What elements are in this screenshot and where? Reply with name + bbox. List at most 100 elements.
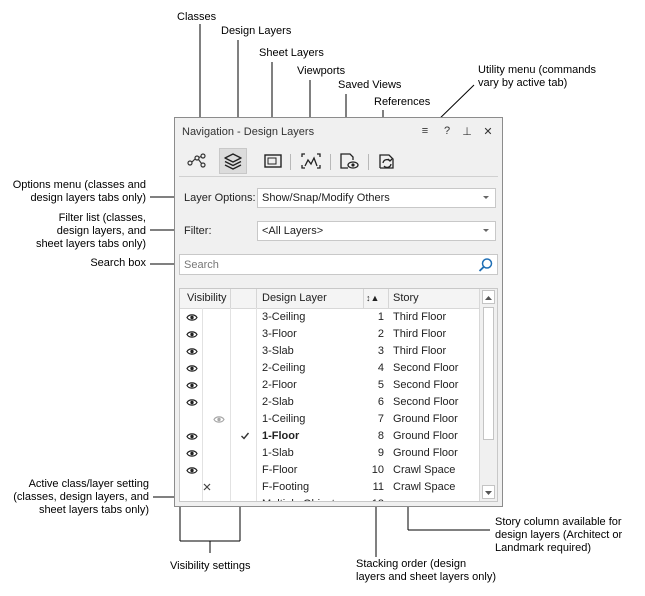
- table-row[interactable]: 1-Floor 8 Ground Floor: [180, 428, 479, 445]
- tab-divider: [179, 176, 498, 177]
- visible-eye-icon[interactable]: [186, 500, 198, 501]
- layer-name: 1-Ceiling: [262, 413, 306, 425]
- visible-eye-icon[interactable]: [186, 449, 198, 461]
- tab-separator: [290, 154, 291, 170]
- options-menu-annotation: Options menu (classes and design layers t…: [12, 179, 146, 204]
- visible-eye-icon[interactable]: [186, 381, 198, 393]
- pin-button[interactable]: ⊥: [461, 125, 473, 138]
- invisible-x-icon[interactable]: [202, 482, 212, 495]
- story-name: Ground Floor: [393, 447, 458, 459]
- story-name: Second Floor: [393, 396, 459, 408]
- layer-options-dropdown[interactable]: Show/Snap/Modify Others: [257, 188, 496, 208]
- visible-eye-icon[interactable]: [186, 347, 198, 359]
- references-icon: [379, 154, 394, 169]
- close-button[interactable]: ✕: [482, 125, 494, 138]
- story-column-header[interactable]: Story: [393, 292, 419, 304]
- story-name: Third Floor: [393, 328, 447, 340]
- active-setting-annotation: Active class/layer setting (classes, desi…: [13, 478, 149, 516]
- classes-icon: [187, 153, 206, 168]
- table-row[interactable]: 3-Slab 3 Third Floor: [180, 343, 479, 360]
- tab-design-layers[interactable]: [219, 148, 247, 174]
- tab-separator: [368, 154, 369, 170]
- layer-name: 1-Floor: [262, 430, 300, 442]
- search-input[interactable]: Search: [179, 254, 498, 275]
- tab-saved-views[interactable]: [335, 148, 363, 174]
- table-row[interactable]: 3-Ceiling 1 Third Floor: [180, 309, 479, 326]
- story-name: Ground Floor: [393, 413, 458, 425]
- visible-eye-icon[interactable]: [186, 364, 198, 376]
- saved-views-annotation: Saved Views: [338, 79, 402, 91]
- palette-title: Navigation - Design Layers: [182, 126, 315, 138]
- visible-eye-icon[interactable]: [186, 466, 198, 478]
- visibility-settings-annotation: Visibility settings: [170, 560, 251, 572]
- tab-references[interactable]: [373, 148, 401, 174]
- layer-name: F-Footing: [262, 481, 310, 493]
- utility-menu-button[interactable]: ≡: [419, 125, 431, 137]
- layer-name: 1-Slab: [262, 447, 294, 459]
- scroll-thumb[interactable]: [483, 307, 494, 440]
- story-name: Third Floor: [393, 311, 447, 323]
- tab-sheet-layers[interactable]: [259, 148, 287, 174]
- saved-views-icon: [340, 153, 359, 169]
- stacking-order-sort-icon[interactable]: ↕▲: [366, 293, 379, 303]
- table-row[interactable]: 3-Floor 2 Third Floor: [180, 326, 479, 343]
- table-row[interactable]: 1-Slab 9 Ground Floor: [180, 445, 479, 462]
- sheet-layers-icon: [264, 154, 282, 168]
- layer-name: 3-Ceiling: [262, 311, 306, 323]
- search-icon[interactable]: [478, 257, 494, 276]
- stacking-order: 7: [377, 413, 384, 425]
- visible-eye-icon[interactable]: [186, 432, 198, 444]
- utility-menu-annotation: Utility menu (commands vary by active tab…: [478, 64, 596, 89]
- list-header: Visibility Design Layer ↕▲ Story: [180, 289, 497, 309]
- grayed-eye-icon[interactable]: [213, 415, 225, 427]
- viewports-icon: [301, 153, 321, 169]
- layer-name: Multiple Objects: [262, 498, 340, 501]
- tab-separator: [330, 154, 331, 170]
- active-layer-check-icon[interactable]: [240, 431, 250, 444]
- stacking-order: 11: [372, 481, 384, 493]
- stacking-order: 3: [377, 345, 384, 357]
- help-button[interactable]: ?: [441, 125, 453, 137]
- stacking-order: 1: [377, 311, 384, 323]
- viewports-annotation: Viewports: [297, 65, 346, 77]
- layer-options-value: Show/Snap/Modify Others: [262, 192, 390, 204]
- visibility-column-header[interactable]: Visibility: [187, 292, 227, 304]
- references-annotation: References: [374, 96, 431, 108]
- filter-list-annotation: Filter list (classes, design layers, and s…: [35, 212, 146, 250]
- stacking-order: 4: [377, 362, 384, 374]
- filter-label: Filter:: [184, 225, 212, 237]
- table-row[interactable]: 2-Slab 6 Second Floor: [180, 394, 479, 411]
- search-placeholder: Search: [184, 259, 219, 271]
- stacking-order: 9: [377, 447, 384, 459]
- table-row[interactable]: 2-Ceiling 4 Second Floor: [180, 360, 479, 377]
- palette-titlebar: Navigation - Design Layers ≡ ? ⊥ ✕: [175, 118, 502, 146]
- story-name: Crawl Space: [393, 464, 456, 476]
- stacking-order: 6: [377, 396, 384, 408]
- vertical-scrollbar[interactable]: [479, 289, 497, 501]
- tab-viewports[interactable]: [297, 148, 325, 174]
- table-row[interactable]: 1-Ceiling 7 Ground Floor: [180, 411, 479, 428]
- visible-eye-icon[interactable]: [186, 313, 198, 325]
- design-layers-annotation: Design Layers: [221, 25, 292, 37]
- tab-classes[interactable]: [183, 148, 211, 174]
- table-row[interactable]: F-Footing 11 Crawl Space: [180, 479, 479, 496]
- classes-annotation: Classes: [177, 11, 217, 23]
- visible-eye-icon[interactable]: [186, 330, 198, 342]
- design-layers-icon: [224, 153, 242, 170]
- design-layer-column-header[interactable]: Design Layer: [262, 292, 327, 304]
- chevron-down-icon: [483, 229, 489, 232]
- table-row[interactable]: Multiple Objects 12: [180, 496, 479, 501]
- navigation-palette: Navigation - Design Layers ≡ ? ⊥ ✕ Layer…: [174, 117, 503, 507]
- scroll-down-button[interactable]: [482, 485, 495, 499]
- table-row[interactable]: F-Floor 10 Crawl Space: [180, 462, 479, 479]
- story-name: Second Floor: [393, 379, 459, 391]
- visible-eye-icon[interactable]: [186, 398, 198, 410]
- filter-dropdown[interactable]: <All Layers>: [257, 221, 496, 241]
- table-row[interactable]: 2-Floor 5 Second Floor: [180, 377, 479, 394]
- design-layers-list: Visibility Design Layer ↕▲ Story 3-Ceili…: [179, 288, 498, 502]
- layer-name: 2-Floor: [262, 379, 297, 391]
- layer-name: 2-Ceiling: [262, 362, 306, 374]
- stacking-order-annotation: Stacking order (design layers and sheet l…: [356, 558, 497, 583]
- scroll-up-button[interactable]: [482, 290, 495, 304]
- story-name: Crawl Space: [393, 481, 456, 493]
